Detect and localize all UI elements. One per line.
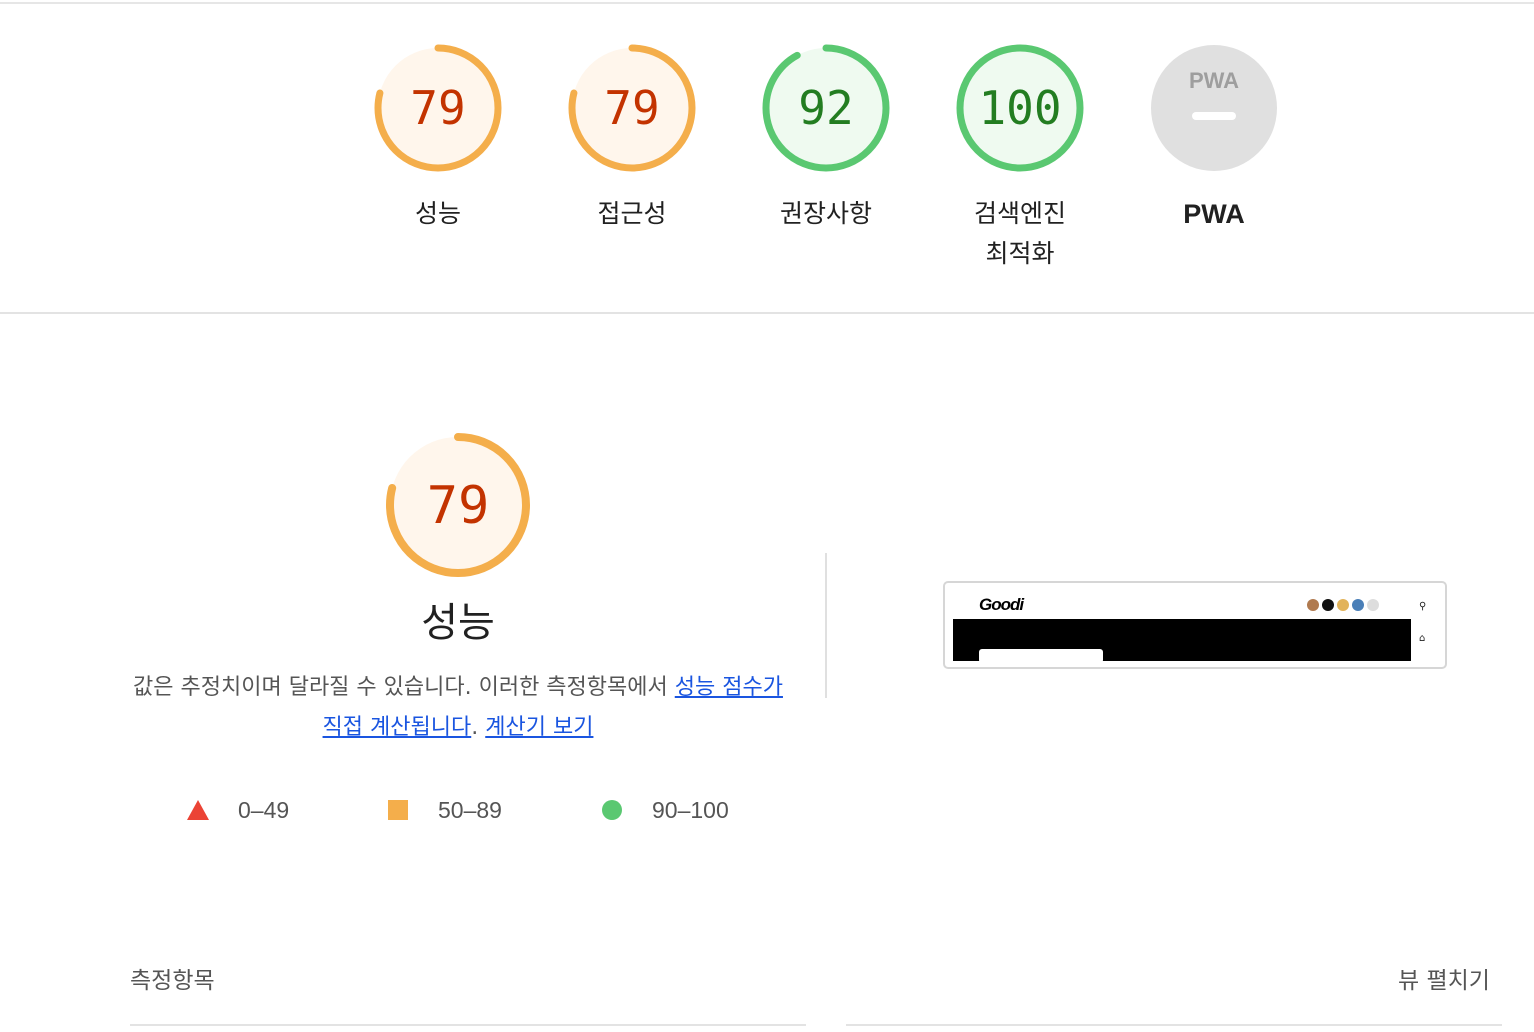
- avatar: [1352, 599, 1364, 611]
- category-gauges: 79 성능 79 접근성 92 권장사항 100 검색엔진 최적화 PWA PW…: [0, 0, 1534, 312]
- thumbnail-avatars: [1307, 599, 1379, 611]
- square-icon: [388, 800, 408, 820]
- gauge-accessibility[interactable]: 79 접근성: [552, 42, 712, 234]
- gauge-best-practices[interactable]: 92 권장사항: [746, 42, 906, 234]
- description-text: 값은 추정치이며 달라질 수 있습니다. 이러한 측정항목에서: [133, 675, 675, 700]
- performance-title: 성능: [421, 600, 495, 646]
- gauge-label: PWA: [1183, 199, 1245, 229]
- gauge-label: 성능: [414, 199, 461, 228]
- legend-item-pass: 90–100: [600, 790, 729, 830]
- triangle-icon: [187, 800, 209, 820]
- gauge-ring: 79: [568, 44, 696, 172]
- legend-range: 0–49: [238, 796, 290, 823]
- expand-view-toggle[interactable]: 뷰 펼치기: [1398, 964, 1490, 998]
- thumbnail-bar: [979, 649, 1103, 663]
- pwa-badge: PWA: [1151, 45, 1277, 171]
- dash-icon: [1192, 112, 1236, 120]
- metrics-divider-left: [130, 1024, 806, 1026]
- gauge-score: 79: [410, 81, 465, 135]
- vertical-divider: [825, 553, 827, 698]
- performance-score: 79: [427, 476, 490, 536]
- gauge-ring: 92: [762, 44, 890, 172]
- legend-range: 50–89: [438, 796, 502, 823]
- performance-summary: 79 성능 값은 추정치이며 달라질 수 있습니다. 이러한 측정항목에서 성능…: [110, 430, 806, 748]
- gauge-seo[interactable]: 100 검색엔진 최적화: [940, 42, 1100, 274]
- performance-gauge: 79: [386, 433, 530, 577]
- home-icon: ⌂: [1419, 633, 1426, 644]
- circle-icon: [602, 800, 622, 820]
- search-icon: ⚲: [1419, 601, 1427, 612]
- gauge-score: 79: [604, 81, 659, 135]
- metrics-heading: 측정항목: [130, 968, 215, 994]
- pwa-badge-text: PWA: [1189, 68, 1239, 93]
- legend-item-average: 50–89: [386, 790, 502, 830]
- description-separator: .: [471, 715, 486, 740]
- gauge-label: 접근성: [597, 199, 667, 228]
- final-screenshot-thumbnail[interactable]: Goodi ⚲ ⌂: [943, 581, 1447, 669]
- avatar: [1367, 599, 1379, 611]
- gauge-score: 92: [798, 81, 853, 135]
- section-divider: [0, 312, 1534, 314]
- avatar: [1322, 599, 1334, 611]
- gauge-performance[interactable]: 79 성능: [358, 42, 518, 234]
- avatar: [1337, 599, 1349, 611]
- score-legend: 0–49 50–89 90–100: [186, 790, 746, 830]
- performance-description: 값은 추정치이며 달라질 수 있습니다. 이러한 측정항목에서 성능 점수가 직…: [128, 668, 788, 748]
- gauge-label: 권장사항: [779, 199, 872, 228]
- thumbnail-logo: Goodi: [979, 595, 1024, 614]
- metrics-divider-right: [846, 1024, 1502, 1026]
- legend-range: 90–100: [652, 796, 729, 823]
- gauge-pwa[interactable]: PWA PWA: [1134, 42, 1294, 234]
- gauge-label: 검색엔진 최적화: [973, 199, 1066, 268]
- calculator-link[interactable]: 계산기 보기: [485, 715, 593, 740]
- gauge-ring: 100: [956, 44, 1084, 172]
- gauge-ring: 79: [374, 44, 502, 172]
- legend-item-fail: 0–49: [186, 790, 289, 830]
- gauge-score: 100: [978, 81, 1061, 135]
- avatar: [1307, 599, 1319, 611]
